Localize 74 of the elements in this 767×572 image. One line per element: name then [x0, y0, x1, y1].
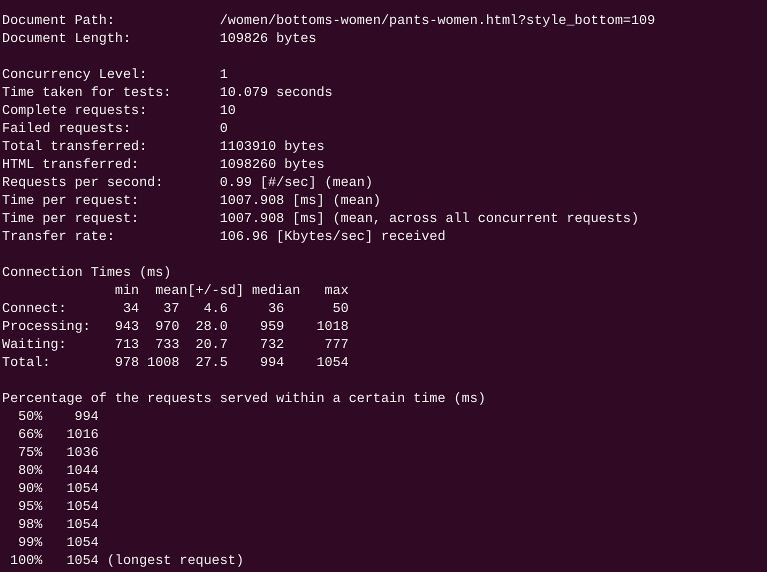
field-label: Concurrency Level:: [2, 67, 148, 85]
row-label: Total:: [2, 355, 52, 373]
field-label: Time per request:: [2, 211, 140, 229]
percent-label: 90%: [17, 481, 42, 499]
column-header: max: [324, 283, 349, 301]
table-cell-text: 20.7: [194, 337, 228, 355]
table-cell-text: 36: [267, 301, 284, 319]
field-label: Failed requests:: [2, 121, 132, 139]
column-header: [+/-sd]: [187, 283, 244, 301]
field-value: 10.079 seconds: [220, 85, 333, 103]
percent-label: 80%: [17, 463, 42, 481]
table-cell-text: 943: [114, 319, 140, 337]
field-value: 0: [220, 121, 228, 139]
field-label: Complete requests:: [2, 103, 148, 121]
percent-label: 98%: [17, 517, 42, 535]
column-header: min: [114, 283, 140, 301]
field-label: Time taken for tests:: [2, 85, 172, 103]
table-cell-text: 34: [122, 301, 140, 319]
field-value: 10: [220, 103, 236, 121]
field-label: Document Path:: [2, 13, 116, 31]
percent-label: 99%: [17, 535, 42, 553]
time-value: 1054: [65, 553, 99, 571]
table-cell-text: 777: [324, 337, 349, 355]
percent-label: 100%: [9, 553, 42, 571]
table-cell-text: 732: [259, 337, 284, 355]
percent-label: 75%: [17, 445, 42, 463]
table-cell-text: 713: [114, 337, 140, 355]
field-value: 1103910 bytes: [220, 139, 325, 157]
section-title: Connection Times (ms): [2, 265, 172, 283]
field-label: Requests per second:: [2, 175, 164, 193]
table-cell-text: 733: [154, 337, 180, 355]
field-label: Time per request:: [2, 193, 140, 211]
table-cell-text: 994: [259, 355, 284, 373]
table-cell-text: 27.5: [194, 355, 228, 373]
percent-label: 50%: [17, 409, 42, 427]
time-value: 1054: [65, 481, 99, 499]
percent-label: 95%: [17, 499, 42, 517]
table-cell-text: 50: [332, 301, 349, 319]
table-cell-text: 970: [154, 319, 180, 337]
row-label: Processing:: [2, 319, 92, 337]
field-value: 106.96 [Kbytes/sec] received: [220, 229, 446, 247]
field-value: 1007.908 [ms] (mean): [220, 193, 381, 211]
field-value: 109826 bytes: [220, 31, 316, 49]
time-value: 1036: [65, 445, 99, 463]
time-value: 1044: [65, 463, 99, 481]
time-value: 1054: [65, 499, 99, 517]
column-header: median: [250, 283, 300, 301]
time-value: 1016: [65, 427, 99, 445]
table-cell-text: 959: [259, 319, 284, 337]
note-text: (longest request): [106, 553, 244, 571]
field-label: HTML transferred:: [2, 157, 140, 175]
time-value: 994: [74, 409, 99, 427]
table-cell-text: 37: [162, 301, 180, 319]
field-value: 1007.908 [ms] (mean, across all concurrent requests): [220, 211, 640, 229]
field-value: 0.99 [#/sec] (mean): [220, 175, 373, 193]
field-value: /women/bottoms-women/pants-women.html?style_bottom=109: [220, 13, 656, 31]
time-value: 1054: [65, 535, 99, 553]
field-value: 1: [220, 67, 228, 85]
percent-label: 66%: [17, 427, 42, 445]
field-label: Document Length:: [2, 31, 132, 49]
field-value: 1098260 bytes: [220, 157, 325, 175]
table-cell-text: 1018: [315, 319, 349, 337]
table-cell-text: 28.0: [194, 319, 228, 337]
row-label: Connect:: [2, 301, 68, 319]
field-label: Transfer rate:: [2, 229, 116, 247]
section-title: Percentage of the requests served within a certain time (ms): [2, 391, 486, 409]
table-cell-text: 4.6: [202, 301, 228, 319]
table-cell-text: 978: [114, 355, 140, 373]
field-label: Total transferred:: [2, 139, 148, 157]
column-header: mean: [154, 283, 188, 301]
table-cell-text: 1054: [315, 355, 349, 373]
time-value: 1054: [65, 517, 99, 535]
table-cell-text: 1008: [146, 355, 180, 373]
row-label: Waiting:: [2, 337, 68, 355]
